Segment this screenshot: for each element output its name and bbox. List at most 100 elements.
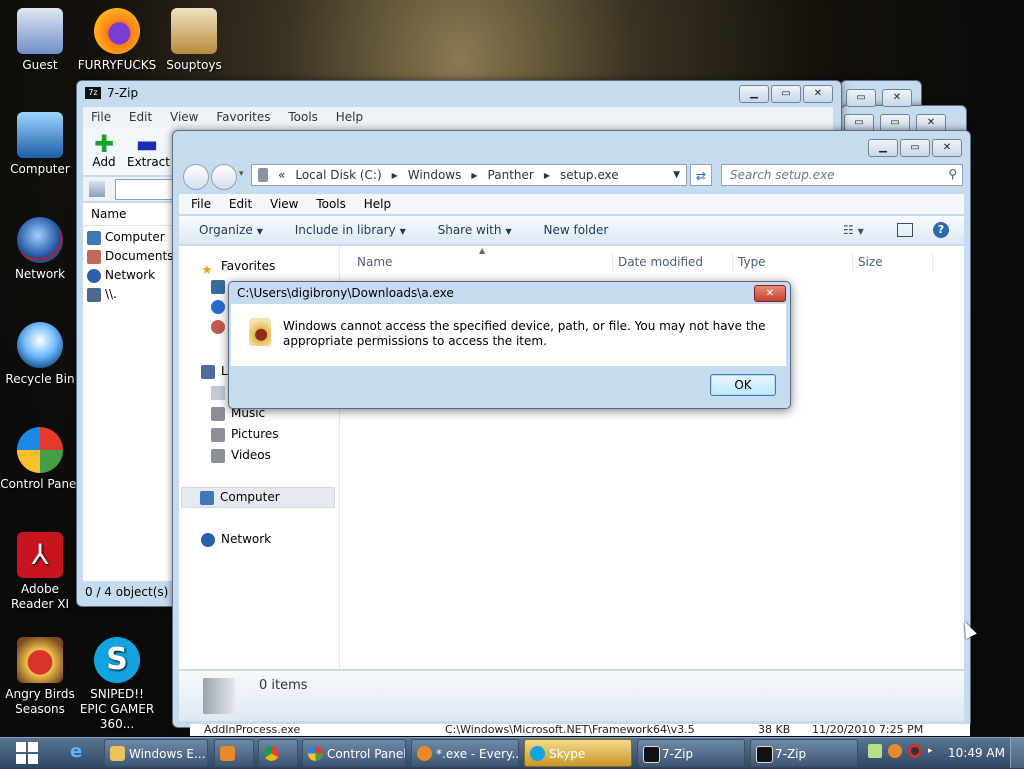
desktop-icon-computer[interactable]: Computer (0, 112, 80, 177)
menu-view[interactable]: View (270, 197, 298, 211)
breadcrumb-item[interactable]: Local Disk (C:) (295, 168, 381, 182)
background-window-controls: ▭ ✕ (846, 89, 912, 107)
start-button[interactable] (15, 741, 39, 765)
breadcrumb-item[interactable]: Panther (488, 168, 534, 182)
menu-tools[interactable]: Tools (316, 197, 346, 211)
desktop-icon-souptoys[interactable]: Souptoys (154, 8, 234, 73)
desktop-icon-control-panel[interactable]: Control Panel (0, 427, 80, 492)
desktop-icon-firefox[interactable]: FURRYFUCKS (77, 8, 157, 73)
network-icon (87, 268, 101, 283)
show-desktop-button[interactable] (1010, 738, 1024, 768)
column-header-date-modified[interactable]: Date modified (618, 252, 733, 272)
nav-videos[interactable]: Videos (211, 445, 271, 466)
maximize-button[interactable]: ▭ (900, 139, 930, 157)
nav-favorite-item-icons (211, 280, 225, 334)
address-bar[interactable]: « Local Disk (C:) ▶ Windows ▶ Panther ▶ set… (251, 164, 687, 186)
magnifier-icon (417, 746, 432, 761)
forward-button[interactable] (211, 164, 237, 190)
desktop-icon-recycle-bin[interactable]: Recycle Bin (0, 322, 80, 387)
ok-button[interactable]: OK (710, 374, 776, 396)
back-button[interactable] (183, 164, 209, 190)
menu-file[interactable]: File (191, 197, 211, 211)
breadcrumb-prefix[interactable]: « (278, 168, 285, 182)
extract-button[interactable]: ▬ Extract (127, 132, 170, 169)
dialog-body: Windows cannot access the specified devi… (231, 304, 786, 366)
desktop-icon-angry-birds[interactable]: Angry Birds Seasons (0, 637, 80, 717)
column-header-type[interactable]: Type (738, 252, 853, 272)
nav-computer[interactable]: Computer (181, 487, 335, 508)
add-button[interactable]: ✚ Add (89, 132, 119, 169)
nav-libraries[interactable]: L (201, 361, 228, 382)
breadcrumb-item[interactable]: Windows (408, 168, 462, 182)
taskbar-item-control-panel[interactable]: Control Panel (302, 739, 406, 767)
taskbar-item-7zip[interactable]: 7-Zip (637, 739, 745, 767)
chevron-right-icon[interactable]: ▶ (392, 171, 398, 180)
star-icon: ★ (201, 262, 213, 278)
network-globe-icon (17, 217, 63, 263)
skype-icon: S (94, 637, 140, 683)
tray-expand-icon[interactable]: ▸ (928, 744, 933, 758)
menu-help[interactable]: Help (364, 197, 391, 211)
menu-help[interactable]: Help (336, 110, 363, 124)
recent-pages-chevron-icon[interactable]: ▾ (239, 169, 244, 179)
downloads-icon (211, 300, 225, 314)
music-icon (211, 406, 225, 421)
taskbar-item-chrome[interactable] (258, 739, 298, 767)
include-in-library-button[interactable]: Include in library ▼ (295, 223, 406, 237)
menu-tools[interactable]: Tools (288, 110, 318, 124)
taskbar-item-media[interactable] (214, 739, 254, 767)
share-with-button[interactable]: Share with ▼ (438, 223, 512, 237)
menu-favorites[interactable]: Favorites (216, 110, 270, 124)
close-button[interactable]: ✕ (932, 139, 962, 157)
desktop-icon-adobe-reader[interactable]: ⅄ Adobe Reader XI (0, 532, 80, 612)
nav-favorites[interactable]: ★ Favorites (201, 256, 275, 278)
taskbar-item-7zip[interactable]: 7-Zip (750, 739, 858, 767)
taskbar-item-skype[interactable]: Skype (524, 739, 632, 767)
view-options-icon[interactable]: ☷ ▼ (843, 216, 864, 246)
dialog-close-button[interactable]: ✕ (754, 285, 786, 302)
folder-icon (110, 746, 125, 761)
desktop-icon-label: SNIPED!! EPIC GAMER 360... (79, 687, 155, 731)
libraries-icon (201, 364, 215, 379)
maximize-button[interactable]: ▭ (771, 85, 801, 103)
desktop-icon-skype[interactable]: S SNIPED!! EPIC GAMER 360... (77, 637, 157, 732)
desktop-icon-network[interactable]: Network (0, 217, 80, 282)
tray-media-icon[interactable] (908, 744, 922, 758)
menu-edit[interactable]: Edit (229, 197, 252, 211)
address-dropdown-icon[interactable]: ▼ (673, 170, 680, 180)
clock[interactable]: 10:49 AM (948, 746, 1005, 760)
chevron-right-icon[interactable]: ▶ (544, 171, 550, 180)
up-folder-icon[interactable] (89, 181, 105, 197)
search-icon[interactable]: ⚲ (948, 167, 957, 181)
tray-app-icon[interactable] (868, 744, 882, 758)
preview-pane-icon[interactable] (897, 223, 913, 237)
nav-network[interactable]: Network (201, 529, 271, 550)
taskbar-item-windows-explorer[interactable]: Windows E... (104, 739, 208, 767)
menu-edit[interactable]: Edit (129, 110, 152, 124)
new-folder-button[interactable]: New folder (543, 223, 608, 237)
chevron-right-icon[interactable]: ▶ (471, 171, 477, 180)
breadcrumb-item[interactable]: setup.exe (560, 168, 619, 182)
documents-icon (87, 249, 101, 264)
search-input[interactable]: Search setup.exe ⚲ (721, 164, 963, 186)
help-icon[interactable]: ? (933, 222, 949, 238)
column-header-name[interactable]: Name (357, 252, 613, 272)
nav-pictures[interactable]: Pictures (211, 424, 279, 445)
desktop-icon-label: Computer (10, 162, 70, 176)
minimize-button[interactable]: ▁ (868, 139, 898, 157)
internet-explorer-icon[interactable]: e (70, 743, 88, 761)
network-icon (201, 532, 215, 547)
refresh-button[interactable]: ⇄ (690, 164, 712, 186)
minimize-button[interactable]: ▁ (739, 85, 769, 103)
menu-file[interactable]: File (91, 110, 111, 124)
tray-search-icon[interactable] (888, 744, 902, 758)
taskbar-item-everything[interactable]: *.exe - Every... (411, 739, 519, 767)
menu-view[interactable]: View (170, 110, 198, 124)
7zip-menubar: File Edit View Favorites Tools Help (83, 107, 833, 127)
window-title: 7-Zip (107, 86, 139, 100)
desktop-icon-guest[interactable]: Guest (0, 8, 80, 73)
desktop-icon-label: Angry Birds Seasons (5, 687, 75, 716)
organize-button[interactable]: Organize ▼ (199, 223, 263, 237)
close-button[interactable]: ✕ (803, 85, 833, 103)
column-header-size[interactable]: Size (858, 252, 933, 272)
